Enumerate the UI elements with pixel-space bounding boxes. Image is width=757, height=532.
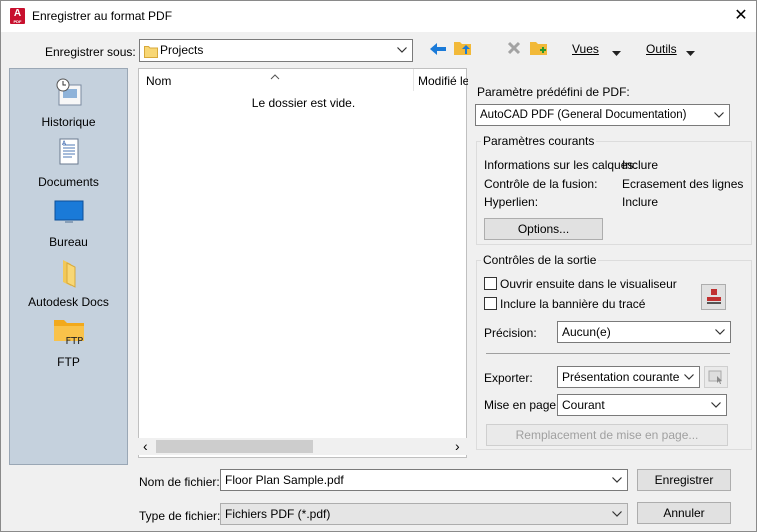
horizontal-scrollbar[interactable]: ‹ › (138, 438, 467, 455)
ftp-folder-icon: FTP (53, 317, 85, 349)
filetype-value: Fichiers PDF (*.pdf) (225, 507, 331, 521)
current-settings-title: Paramètres courants (481, 134, 597, 148)
open-viewer-label[interactable]: Ouvrir ensuite dans le visualiseur (500, 277, 677, 291)
page-setup-label: Mise en page: (484, 398, 560, 412)
include-banner-checkbox[interactable] (484, 297, 497, 310)
stamp-icon (707, 289, 721, 304)
page-setup-value: Courant (562, 398, 605, 412)
pdf-preset-dropdown[interactable]: AutoCAD PDF (General Documentation) (475, 104, 730, 126)
open-viewer-checkbox[interactable] (484, 277, 497, 290)
plot-stamp-button[interactable] (701, 284, 726, 310)
place-label: Autodesk Docs (28, 295, 109, 309)
export-label: Exporter: (484, 371, 533, 385)
ftp-icon-text: FTP (65, 336, 84, 347)
save-as-pdf-dialog: A PDF Enregistrer au format PDF ✕ Enregi… (0, 0, 757, 532)
tools-dropdown-arrow-icon[interactable] (686, 45, 695, 59)
scroll-right-icon[interactable]: › (455, 438, 460, 454)
filename-value: Floor Plan Sample.pdf (225, 473, 344, 487)
page-setup-override-button[interactable]: Remplacement de mise en page... (486, 424, 728, 446)
save-in-dropdown[interactable]: Projects (139, 39, 413, 62)
chevron-down-icon[interactable] (611, 470, 623, 490)
setting-name: Contrôle de la fusion: (484, 177, 598, 191)
back-arrow-icon[interactable] (429, 41, 447, 57)
precision-label: Précision: (484, 326, 537, 340)
chevron-down-icon (396, 40, 408, 60)
place-documents[interactable]: A Documents (10, 137, 127, 189)
empty-folder-message: Le dossier est vide. (251, 96, 356, 110)
app-icon-sub: PDF (13, 19, 22, 24)
tools-label: Outils (646, 42, 677, 56)
delete-icon[interactable] (506, 40, 522, 56)
folder-icon (53, 257, 85, 289)
chevron-down-icon (710, 395, 722, 415)
precision-value: Aucun(e) (562, 325, 611, 339)
up-folder-icon[interactable] (453, 39, 473, 57)
scrollbar-thumb[interactable] (156, 440, 313, 453)
precision-dropdown[interactable]: Aucun(e) (557, 321, 731, 343)
place-ftp[interactable]: FTP FTP (10, 317, 127, 369)
views-menu[interactable]: Vues (572, 42, 599, 56)
column-header-name[interactable]: Nom (146, 74, 171, 88)
title-bar: A PDF Enregistrer au format PDF ✕ (1, 1, 756, 32)
export-value: Présentation courante (562, 370, 680, 384)
views-label: Vues (572, 42, 599, 56)
pdf-preset-label: Paramètre prédéfini de PDF: (477, 85, 630, 99)
window-title: Enregistrer au format PDF (32, 9, 173, 23)
place-history[interactable]: Historique (10, 77, 127, 129)
save-button-label: Enregistrer (654, 473, 714, 487)
place-label: Documents (38, 175, 99, 189)
filename-input[interactable]: Floor Plan Sample.pdf (220, 469, 628, 491)
place-label: Historique (41, 115, 96, 129)
views-dropdown-arrow-icon[interactable] (612, 45, 621, 59)
chevron-down-icon (713, 105, 725, 125)
divider (486, 353, 730, 354)
autocad-app-icon: A PDF (10, 8, 25, 24)
setting-name: Hyperlien: (484, 195, 539, 209)
desktop-icon (53, 197, 85, 229)
chevron-down-icon (611, 504, 623, 524)
save-in-folder: Projects (160, 43, 204, 57)
setting-name: Informations sur les calques: (484, 158, 637, 172)
column-divider (413, 69, 414, 91)
close-button[interactable]: ✕ (726, 3, 756, 29)
file-list-header: Nom Modifié le (139, 69, 468, 91)
select-layouts-button[interactable] (704, 366, 728, 388)
file-list[interactable]: Nom Modifié le Le dossier est vide. (138, 68, 468, 458)
scroll-left-icon[interactable]: ‹ (143, 438, 148, 454)
history-icon (53, 77, 85, 109)
setting-value: Inclure (622, 158, 659, 172)
save-button[interactable]: Enregistrer (637, 469, 731, 491)
page-setup-dropdown[interactable]: Courant (557, 394, 727, 416)
place-autodesk-docs[interactable]: Autodesk Docs (10, 257, 127, 309)
chevron-down-icon (683, 367, 695, 387)
sort-up-icon (270, 69, 280, 83)
filetype-dropdown[interactable]: Fichiers PDF (*.pdf) (220, 503, 628, 525)
documents-icon: A (53, 137, 85, 169)
place-label: Bureau (49, 235, 88, 249)
save-in-label: Enregistrer sous: (45, 45, 136, 59)
place-label: FTP (57, 355, 80, 369)
layouts-icon (708, 370, 722, 384)
output-controls-title: Contrôles de la sortie (481, 253, 599, 267)
filename-label: Nom de fichier: (139, 475, 220, 489)
chevron-down-icon (714, 322, 726, 342)
tools-menu[interactable]: Outils (646, 42, 677, 56)
export-dropdown[interactable]: Présentation courante (557, 366, 700, 388)
new-folder-icon[interactable] (529, 39, 549, 57)
options-button[interactable]: Options... (484, 218, 603, 240)
include-banner-label[interactable]: Inclure la bannière du tracé (500, 297, 645, 311)
app-icon-letter: A (13, 8, 22, 19)
pdf-preset-value: AutoCAD PDF (General Documentation) (480, 109, 687, 121)
setting-value: Ecrasement des lignes (622, 177, 744, 191)
setting-value: Inclure (622, 195, 659, 209)
column-header-modified[interactable]: Modifié le (418, 74, 468, 88)
cancel-button[interactable]: Annuler (637, 502, 731, 524)
places-sidebar: Historique A Documents Bureau Autodesk D… (9, 68, 128, 465)
folder-icon (144, 44, 158, 58)
filetype-label: Type de fichier: (139, 509, 221, 523)
place-desktop[interactable]: Bureau (10, 197, 127, 249)
